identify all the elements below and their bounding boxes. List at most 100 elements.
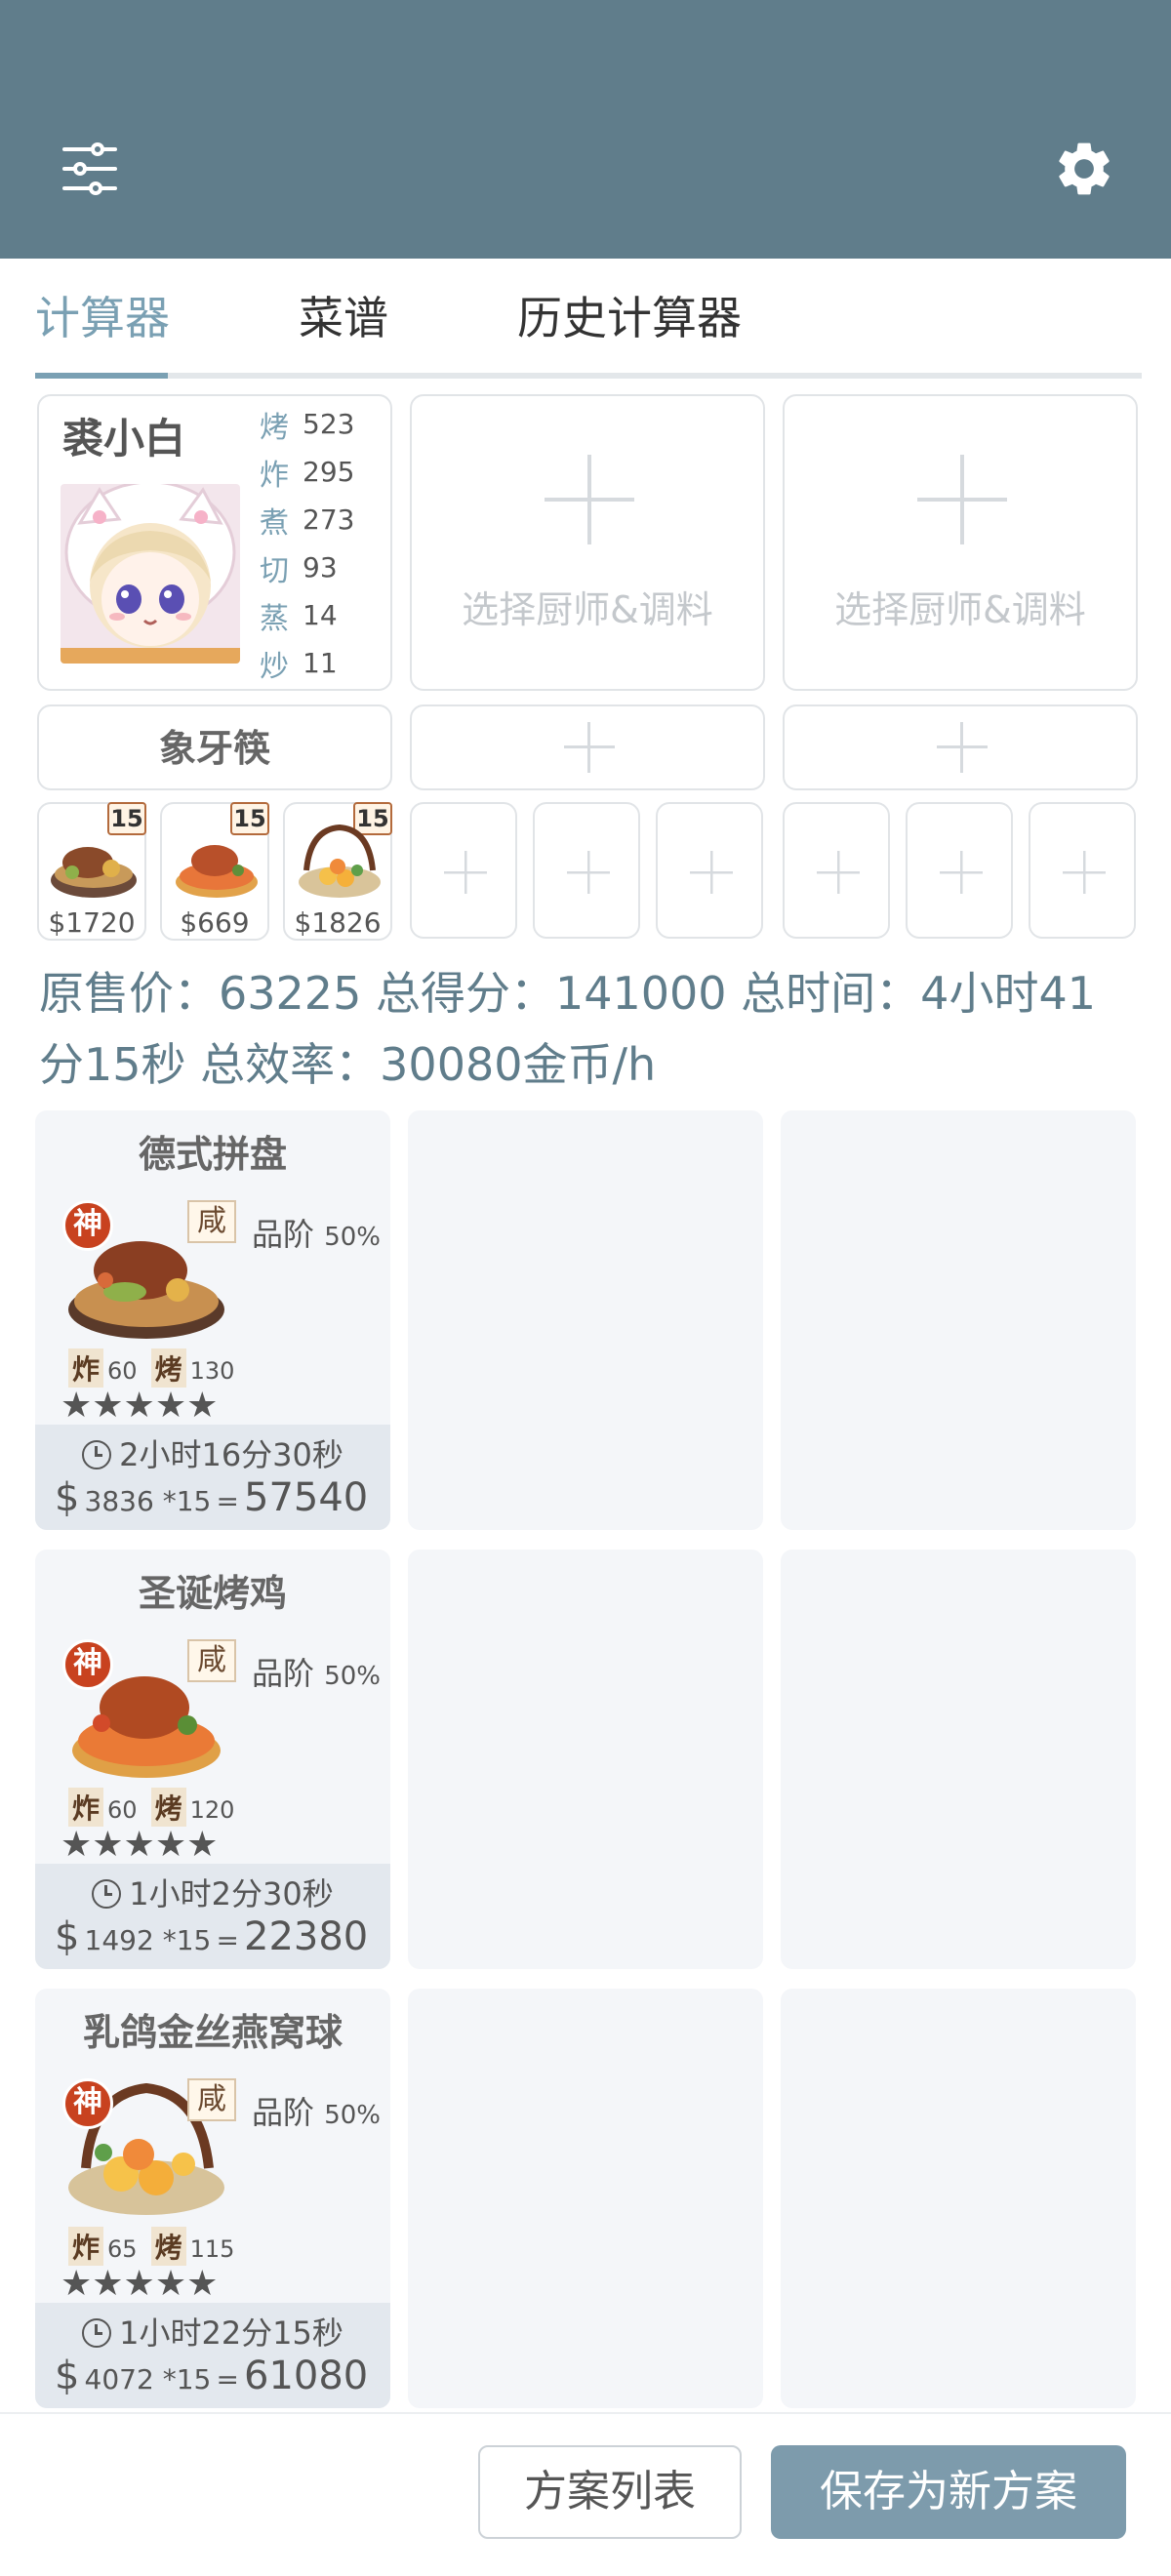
tab-calculator[interactable]: 计算器 bbox=[35, 283, 170, 353]
equals-sign: = bbox=[216, 2363, 239, 2395]
recipe-skill-value: 120 bbox=[189, 1796, 235, 1824]
grade-percent: 50% bbox=[324, 1223, 381, 1252]
clock-icon bbox=[92, 1879, 122, 1909]
recipe-slot-empty[interactable] bbox=[408, 1550, 763, 1969]
recipe-skill-value: 60 bbox=[107, 1357, 138, 1385]
bottom-action-bar: 方案列表 保存为新方案 bbox=[0, 2412, 1171, 2576]
grade-percent: 50% bbox=[324, 1662, 381, 1691]
recipe-name: 德式拼盘 bbox=[138, 1133, 287, 1176]
skill-value: 93 bbox=[303, 551, 338, 584]
grade-label: 品阶 bbox=[252, 1216, 315, 1253]
dish-slot-empty[interactable] bbox=[656, 802, 763, 939]
select-chef-label: 选择厨师&调料 bbox=[834, 588, 1086, 631]
summary-stats: 原售价：63225 总得分：141000 总时间：4小时41 分15秒 总效率：… bbox=[39, 958, 1151, 1101]
god-badge: 神 bbox=[62, 1639, 113, 1690]
recipe-time: 2小时16分30秒 bbox=[35, 1430, 390, 1475]
chef-skills: 烤 523 炸 295 煮 273 切 93 蒸 14 炒 11 bbox=[260, 400, 381, 687]
skill-value: 14 bbox=[303, 599, 338, 631]
flavor-badge: 咸 bbox=[187, 1639, 236, 1682]
dish-thumb[interactable]: 15 $669 bbox=[160, 802, 269, 941]
recipe-skill-name: 炸 bbox=[68, 2227, 104, 2266]
utensil-slot-1[interactable]: 象牙筷 bbox=[37, 704, 392, 790]
summary-line-2: 分15秒 总效率：30080金币/h bbox=[39, 1038, 657, 1091]
plus-icon bbox=[1063, 851, 1106, 894]
recipe-skill-name: 烤 bbox=[150, 1348, 186, 1388]
dish-slot-empty[interactable] bbox=[533, 802, 640, 939]
chef-card[interactable]: 裘小白 烤 523 炸 295 煮 273 切 93 蒸 14 炒 11 bbox=[37, 394, 392, 691]
recipe-slot-empty[interactable] bbox=[408, 1110, 763, 1530]
recipe-card[interactable]: 德式拼盘 神 咸 品阶 50% 炸 60 烤 130 ★★★★★ 2小时16分30秒… bbox=[35, 1110, 390, 1530]
recipe-slot-empty[interactable] bbox=[781, 1550, 1136, 1969]
plus-icon bbox=[567, 851, 610, 894]
recipe-footer: 1小时22分15秒 $ 4072 *15 = 61080 bbox=[35, 2303, 390, 2408]
dish-slot-empty[interactable] bbox=[906, 802, 1013, 939]
tab-bar: 计算器 菜谱 历史计算器 bbox=[35, 283, 1142, 381]
skill-name: 蒸 bbox=[260, 601, 289, 636]
dish-slot-empty[interactable] bbox=[1029, 802, 1136, 939]
plus-icon bbox=[917, 455, 1007, 544]
chef-slot-2[interactable]: 选择厨师&调料 bbox=[410, 394, 765, 691]
recipe-time-value: 1小时22分15秒 bbox=[119, 2314, 343, 2352]
recipe-skill: 炸 60 bbox=[68, 1788, 138, 1827]
recipe-skill-name: 炸 bbox=[68, 1348, 104, 1388]
gear-icon[interactable] bbox=[1052, 137, 1116, 201]
skill-row: 煮 273 bbox=[260, 496, 381, 543]
recipe-time-value: 2小时16分30秒 bbox=[119, 1436, 343, 1473]
recipe-income: $ 3836 *15 = 57540 bbox=[55, 1475, 386, 1520]
save-new-plan-button[interactable]: 保存为新方案 bbox=[771, 2445, 1126, 2539]
recipe-skills: 炸 60 烤 130 bbox=[68, 1348, 234, 1388]
skill-value: 523 bbox=[303, 408, 355, 440]
plus-icon bbox=[937, 722, 988, 773]
recipe-skill-name: 烤 bbox=[150, 2227, 186, 2266]
utensil-slot-2[interactable] bbox=[410, 704, 765, 790]
recipe-skill: 烤 130 bbox=[150, 1348, 235, 1388]
utensil-slot-3[interactable] bbox=[783, 704, 1138, 790]
tab-recipes[interactable]: 菜谱 bbox=[299, 283, 388, 353]
grade: 品阶 50% bbox=[252, 1210, 381, 1255]
skill-row: 炒 11 bbox=[260, 639, 381, 687]
recipe-skill-name: 炸 bbox=[68, 1788, 104, 1827]
recipe-skill-value: 130 bbox=[189, 1357, 235, 1385]
skill-row: 烤 523 bbox=[260, 400, 381, 448]
skill-value: 273 bbox=[303, 503, 355, 536]
flavor-badge: 咸 bbox=[187, 1200, 236, 1243]
skill-name: 烤 bbox=[260, 410, 289, 445]
income-total: 57540 bbox=[244, 1475, 369, 1520]
recipe-skill-name: 烤 bbox=[150, 1788, 186, 1827]
plus-icon bbox=[444, 851, 487, 894]
grade: 品阶 50% bbox=[252, 1649, 381, 1694]
recipe-name: 圣诞烤鸡 bbox=[138, 1572, 287, 1615]
skill-name: 炒 bbox=[260, 649, 289, 684]
plus-icon bbox=[545, 455, 634, 544]
dish-image bbox=[176, 845, 258, 898]
sliders-icon[interactable] bbox=[61, 141, 119, 196]
skill-name: 炸 bbox=[260, 458, 289, 493]
tab-underline-track bbox=[35, 373, 1142, 379]
utensil-name: 象牙筷 bbox=[158, 727, 270, 770]
equals-sign: = bbox=[216, 1924, 239, 1956]
dish-thumb[interactable]: 15 $1826 bbox=[283, 802, 392, 941]
income-formula: 3836 *15 bbox=[84, 1485, 212, 1517]
skill-name: 切 bbox=[260, 553, 289, 588]
skill-value: 295 bbox=[303, 456, 355, 488]
recipe-income: $ 4072 *15 = 61080 bbox=[55, 2354, 386, 2398]
tab-history-calculator[interactable]: 历史计算器 bbox=[517, 283, 742, 353]
recipe-skill: 烤 120 bbox=[150, 1788, 235, 1827]
recipe-income: $ 1492 *15 = 22380 bbox=[55, 1914, 386, 1959]
plan-list-button[interactable]: 方案列表 bbox=[478, 2445, 742, 2539]
dish-thumb[interactable]: 15 $1720 bbox=[37, 802, 146, 941]
dish-slot-empty[interactable] bbox=[783, 802, 890, 939]
grade-label: 品阶 bbox=[252, 1655, 315, 1692]
god-badge: 神 bbox=[62, 2078, 113, 2129]
recipe-skills: 炸 65 烤 115 bbox=[68, 2227, 234, 2266]
recipe-slot-empty[interactable] bbox=[781, 1110, 1136, 1530]
recipe-slot-empty[interactable] bbox=[408, 1989, 763, 2408]
recipe-card[interactable]: 乳鸽金丝燕窝球 神 咸 品阶 50% 炸 65 烤 115 ★★★★★ 1小时22分… bbox=[35, 1989, 390, 2408]
recipe-skills: 炸 60 烤 120 bbox=[68, 1788, 234, 1827]
chef-slot-3[interactable]: 选择厨师&调料 bbox=[783, 394, 1138, 691]
dish-slot-empty[interactable] bbox=[410, 802, 517, 939]
recipe-slot-empty[interactable] bbox=[781, 1989, 1136, 2408]
recipe-card[interactable]: 圣诞烤鸡 神 咸 品阶 50% 炸 60 烤 120 ★★★★★ 1小时2分30秒 … bbox=[35, 1550, 390, 1969]
dish-price: $1826 bbox=[294, 906, 382, 939]
equals-sign: = bbox=[216, 1485, 239, 1517]
